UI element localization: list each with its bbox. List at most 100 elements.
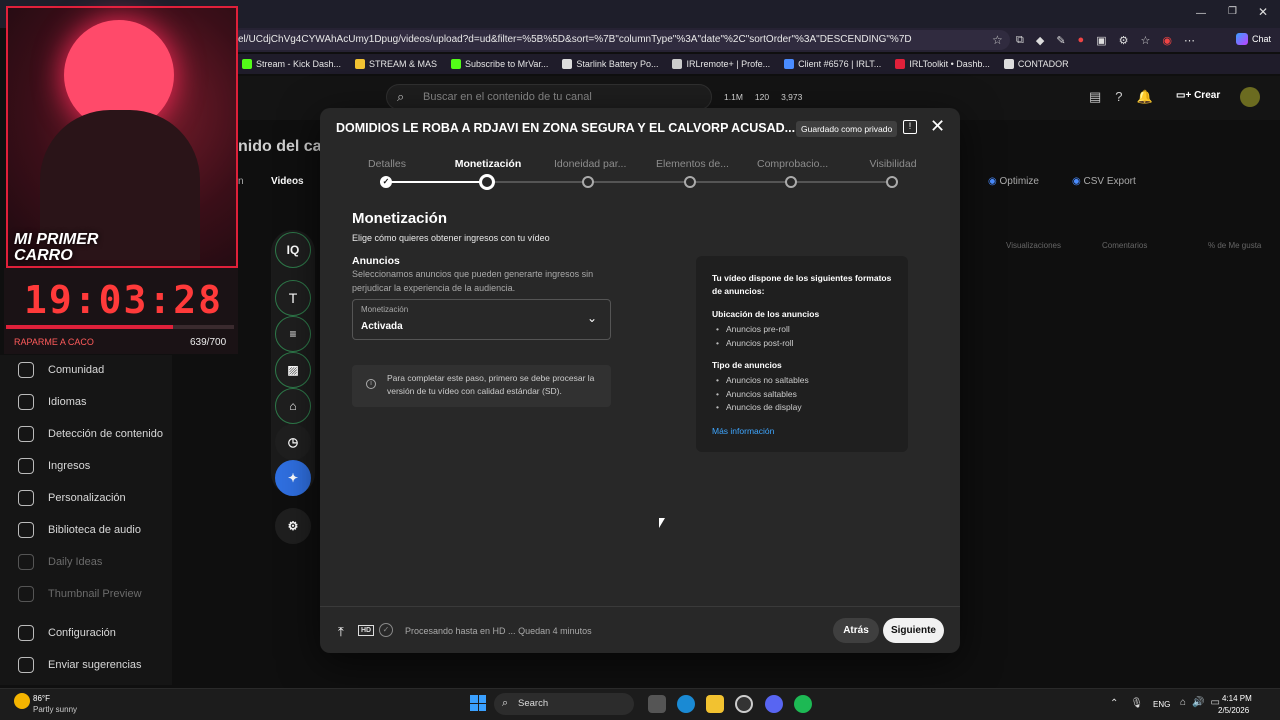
mic-icon[interactable]: 🎙 <box>1130 698 1143 709</box>
bookmark-item[interactable]: IRLremote+ | Profe... <box>672 59 770 69</box>
goal-label: RAPARME A CACO <box>14 337 94 347</box>
step-dot[interactable] <box>785 176 797 188</box>
step-dot[interactable] <box>479 174 495 190</box>
next-button[interactable]: Siguiente <box>883 618 944 643</box>
header-icons: ▤ ? 🔔 <box>1089 89 1153 105</box>
sidebar-item[interactable]: Biblioteca de audio <box>18 522 141 538</box>
weather-icon[interactable] <box>14 693 30 709</box>
step-dot[interactable] <box>684 176 696 188</box>
settings-tool-button[interactable]: ⚙ <box>275 508 311 544</box>
sidebar-item-label: Comunidad <box>48 364 105 376</box>
bookmark-item[interactable]: Subscribe to MrVar... <box>451 59 548 69</box>
step-label[interactable]: Monetización <box>453 158 523 170</box>
chevron-up-icon[interactable]: ⌃ <box>1110 698 1118 709</box>
profile-icon[interactable]: ◉ <box>1162 34 1172 47</box>
bookmark-icon <box>562 59 573 69</box>
star-icon[interactable]: ☆ <box>992 33 1003 47</box>
taskbar-search[interactable]: Search <box>494 693 634 715</box>
step-dot[interactable] <box>886 176 898 188</box>
bookmark-item[interactable]: Client #6576 | IRLT... <box>784 59 881 69</box>
obs-icon[interactable] <box>735 695 753 713</box>
check-icon: ✓ <box>379 623 393 637</box>
maximize-icon[interactable]: ❐ <box>1228 6 1237 17</box>
sidebar-item[interactable]: Ingresos <box>18 458 90 474</box>
more-info-link[interactable]: Más información <box>712 426 774 436</box>
task-view-icon[interactable] <box>648 695 666 713</box>
sidebar-item[interactable]: Detección de contenido <box>18 426 163 442</box>
step-label[interactable]: Comprobacio... <box>757 158 828 170</box>
clock-time[interactable]: 4:14 PM <box>1222 694 1252 703</box>
step-dot[interactable]: ✓ <box>380 176 392 188</box>
taskbar <box>0 688 1280 720</box>
schedule-tool-button[interactable]: ◷ <box>275 424 311 460</box>
extension-icon[interactable]: ⚙ <box>1119 34 1129 47</box>
bookmark-item[interactable]: CONTADOR <box>1003 59 1069 69</box>
feedback-icon[interactable]: ▤ <box>1089 89 1101 105</box>
sidebar-item[interactable]: Idiomas <box>18 394 87 410</box>
tags-tool-button[interactable]: ⌂ <box>275 388 311 424</box>
edge-icon[interactable] <box>677 695 695 713</box>
address-bar[interactable]: el/UCdjChVg4CYWAhAcUmy1Dpug/videos/uploa… <box>230 30 1010 50</box>
bell-icon[interactable]: 🔔 <box>1137 89 1153 105</box>
menu-icon[interactable]: ⋯ <box>1184 34 1195 47</box>
step-dot[interactable] <box>582 176 594 188</box>
step-label[interactable]: Idoneidad par... <box>554 158 626 170</box>
tab-videos[interactable]: Videos <box>271 176 304 187</box>
extension-icon[interactable]: ◆ <box>1036 34 1044 47</box>
extension-icon[interactable]: ▣ <box>1096 34 1106 47</box>
system-icons[interactable]: ⌂ 🔊 ▭ <box>1180 697 1220 708</box>
start-icon[interactable] <box>470 695 486 711</box>
spotify-icon[interactable] <box>794 695 812 713</box>
csv-export-button[interactable]: ◉ CSV Export <box>1072 176 1136 187</box>
sidebar-icon <box>18 586 34 602</box>
bookmark-item[interactable]: IRLToolkit • Dashb... <box>895 59 990 69</box>
bookmark-label: IRLremote+ | Profe... <box>686 59 771 69</box>
vidiq-button[interactable]: IQ <box>275 232 311 268</box>
studio-search-input[interactable]: Buscar en el contenido de tu canal <box>386 84 712 110</box>
discord-icon[interactable] <box>765 695 783 713</box>
optimize-button[interactable]: ◉ Optimize <box>988 176 1039 187</box>
bookmark-item[interactable]: Stream - Kick Dash... <box>242 59 341 69</box>
language-indicator[interactable]: ENG <box>1153 700 1170 709</box>
back-button[interactable]: Atrás <box>833 618 879 643</box>
list-item: Anuncios post-roll <box>716 338 793 348</box>
sidebar-item[interactable]: Comunidad <box>18 362 104 378</box>
step-label[interactable]: Visibilidad <box>858 158 928 170</box>
stat-views: 120 <box>754 92 770 102</box>
minimize-icon[interactable]: — <box>1196 8 1206 19</box>
tab-partial[interactable]: n <box>238 176 244 187</box>
processing-status: Procesando hasta en HD ... Quedan 4 minu… <box>405 626 592 636</box>
sidebar-item[interactable]: Enviar sugerencias <box>18 657 142 673</box>
text-icon: T <box>288 290 298 306</box>
avatar[interactable] <box>1240 87 1260 107</box>
step-label[interactable]: Elementos de... <box>656 158 729 170</box>
extension-icon[interactable]: ⧉ <box>1016 34 1024 47</box>
sidebar-item[interactable]: Configuración <box>18 625 116 641</box>
close-icon[interactable]: ✕ <box>930 116 945 137</box>
ai-tool-button[interactable]: ✦ <box>275 460 311 496</box>
monetization-select[interactable]: Monetización Activada ⌄ <box>352 299 611 340</box>
sidebar-icon <box>18 657 34 673</box>
copilot-button[interactable]: Chat <box>1236 33 1271 45</box>
optimize-label: Optimize <box>999 176 1039 187</box>
sidebar-item[interactable]: Daily Ideas <box>18 554 102 570</box>
title-tool-button[interactable]: T <box>275 280 311 316</box>
bookmark-item[interactable]: Starlink Battery Po... <box>562 59 658 69</box>
dialog-title: DOMIDIOS LE ROBA A RDJAVI EN ZONA SEGURA… <box>336 121 796 135</box>
extension-icon[interactable]: ● <box>1078 34 1085 47</box>
create-button[interactable]: ▭+ Crear <box>1176 90 1220 101</box>
sidebar-item[interactable]: Personalización <box>18 490 126 506</box>
clock-date[interactable]: 2/5/2026 <box>1218 706 1249 715</box>
favorites-icon[interactable]: ☆ <box>1140 34 1150 47</box>
bookmark-item[interactable]: STREAM & MAS <box>355 59 437 69</box>
thumbnail-tool-button[interactable]: ▨ <box>275 352 311 388</box>
sidebar-item[interactable]: Thumbnail Preview <box>18 586 142 602</box>
explorer-icon[interactable] <box>706 695 724 713</box>
window-close-icon[interactable]: ✕ <box>1258 5 1268 19</box>
description-tool-button[interactable]: ≡ <box>275 316 311 352</box>
step-label[interactable]: Detalles <box>352 158 422 170</box>
extension-icon[interactable]: ✎ <box>1056 34 1065 47</box>
clock-icon: ◷ <box>287 435 299 449</box>
help-icon[interactable]: ? <box>1115 89 1122 105</box>
report-icon[interactable]: ! <box>903 120 917 134</box>
